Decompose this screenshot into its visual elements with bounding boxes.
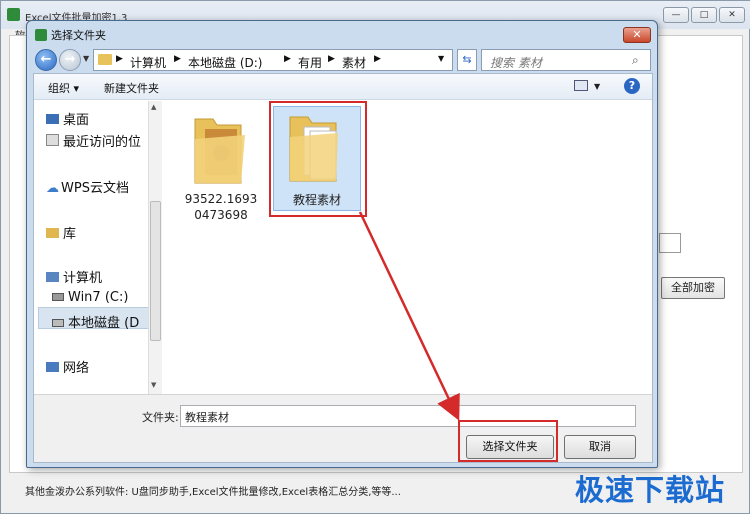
nav-label: 最近访问的位: [63, 135, 142, 150]
excel-app-icon: [7, 8, 20, 21]
folder-name-line: 93522.1693: [184, 192, 258, 206]
drive-icon: [52, 319, 64, 327]
folder-item[interactable]: 93522.1693 0473698: [179, 107, 263, 227]
dialog-app-icon: [35, 29, 47, 41]
folder-icon: [98, 54, 112, 65]
maximize-button[interactable]: □: [691, 7, 717, 23]
organize-menu[interactable]: 组织 ▾: [48, 80, 79, 96]
back-button[interactable]: ←: [35, 49, 57, 71]
breadcrumb-separator-icon[interactable]: ▶: [328, 54, 335, 64]
breadcrumb-computer[interactable]: 计算机: [130, 54, 166, 71]
breadcrumb-materials[interactable]: 素材: [342, 54, 366, 71]
dialog-footer: 文件夹: 教程素材 选择文件夹 取消: [34, 394, 652, 462]
nav-label: 计算机: [63, 271, 103, 286]
refresh-icon[interactable]: ⇆: [457, 49, 477, 71]
nav-scrollbar[interactable]: ▲ ▼: [148, 101, 162, 394]
search-placeholder: 搜索 素材: [490, 56, 542, 70]
history-dropdown-icon[interactable]: ▼: [83, 54, 89, 63]
breadcrumb-useful[interactable]: 有用: [298, 54, 322, 71]
nav-label: 本地磁盘 (D: [68, 316, 140, 331]
computer-icon: [46, 272, 59, 282]
recent-icon: [46, 134, 59, 146]
highlight-box-button: [458, 420, 558, 462]
breadcrumb-drive-d[interactable]: 本地磁盘 (D:): [188, 54, 262, 71]
nav-item-recent[interactable]: 最近访问的位: [46, 131, 141, 150]
network-icon: [46, 362, 59, 372]
cloud-icon: ☁: [46, 181, 59, 196]
forward-button[interactable]: →: [59, 49, 81, 71]
scroll-down-icon[interactable]: ▼: [151, 381, 156, 389]
minimize-button[interactable]: —: [663, 7, 689, 23]
library-icon: [46, 228, 59, 238]
help-icon[interactable]: ?: [624, 78, 640, 94]
nav-item-computer[interactable]: 计算机: [46, 267, 102, 286]
dialog-body: 组织 ▾ 新建文件夹 ▼ ? 桌面 最近访问的位 ☁WPS云文档 库 计算机: [33, 73, 653, 463]
search-icon[interactable]: ⌕: [632, 53, 639, 68]
encrypt-all-button[interactable]: 全部加密: [661, 277, 725, 299]
nav-item-wps-cloud[interactable]: ☁ WPS云文档: [46, 177, 129, 196]
folder-name: 93522.1693 0473698: [179, 191, 263, 223]
nav-item-library[interactable]: 库: [46, 223, 76, 242]
drive-icon: [52, 293, 64, 301]
nav-label: 库: [63, 227, 77, 242]
nav-label: Win7 (C:): [68, 290, 129, 305]
related-software-text: 其他金泼办公系列软件: U盘同步助手,Excel文件批量修改,Excel表格汇总…: [25, 487, 401, 498]
nav-item-win7-c[interactable]: Win7 (C:): [52, 290, 128, 305]
dialog-toolbar: 组织 ▾ 新建文件夹 ▼ ?: [34, 74, 652, 100]
view-dropdown-icon[interactable]: ▼: [594, 82, 600, 91]
cancel-button[interactable]: 取消: [564, 435, 636, 459]
breadcrumb-separator-icon[interactable]: ▶: [284, 54, 291, 64]
folder-content: 93522.1693 0473698 教程素材: [163, 101, 652, 394]
nav-item-drive-d[interactable]: 本地磁盘 (D: [52, 312, 139, 331]
navigation-pane: 桌面 最近访问的位 ☁ WPS云文档 库 计算机 Win7 (C:) 本地磁盘 (…: [34, 101, 150, 394]
scroll-up-icon[interactable]: ▲: [151, 103, 156, 111]
new-folder-button[interactable]: 新建文件夹: [104, 80, 159, 96]
scroll-thumb[interactable]: [150, 201, 161, 341]
side-input[interactable]: [659, 233, 681, 253]
dialog-close-button[interactable]: ✕: [623, 27, 651, 43]
breadcrumb-separator-icon[interactable]: ▶: [116, 54, 123, 64]
folder-icon: [194, 118, 245, 184]
breadcrumb-separator-icon[interactable]: ▶: [374, 54, 381, 64]
nav-label: WPS云文档: [61, 181, 129, 196]
address-bar[interactable]: ▶ 计算机 ▶ 本地磁盘 (D:) ▶ 有用 ▶ 素材 ▶ ▼: [93, 49, 453, 71]
highlight-box-folder: [269, 101, 367, 217]
folder-name-field[interactable]: 教程素材: [180, 405, 636, 427]
folder-name-line: 0473698: [194, 208, 248, 222]
dialog-title: 选择文件夹: [51, 29, 106, 42]
nav-label: 桌面: [63, 113, 90, 128]
desktop-icon: [46, 114, 59, 124]
address-dropdown-icon[interactable]: ▼: [438, 54, 444, 63]
nav-label: 网络: [63, 361, 90, 376]
view-options-icon[interactable]: [574, 80, 588, 91]
watermark: 极速下载站: [575, 473, 726, 507]
search-box[interactable]: 搜索 素材 ⌕: [481, 49, 651, 71]
nav-item-network[interactable]: 网络: [46, 357, 89, 376]
select-folder-dialog: 选择文件夹 ✕ ← → ▼ ▶ 计算机 ▶ 本地磁盘 (D:) ▶ 有用 ▶ 素…: [26, 20, 658, 468]
nav-item-desktop[interactable]: 桌面: [46, 109, 89, 128]
close-button[interactable]: ✕: [719, 7, 745, 23]
folder-field-label: 文件夹:: [142, 411, 179, 424]
breadcrumb-separator-icon[interactable]: ▶: [174, 54, 181, 64]
